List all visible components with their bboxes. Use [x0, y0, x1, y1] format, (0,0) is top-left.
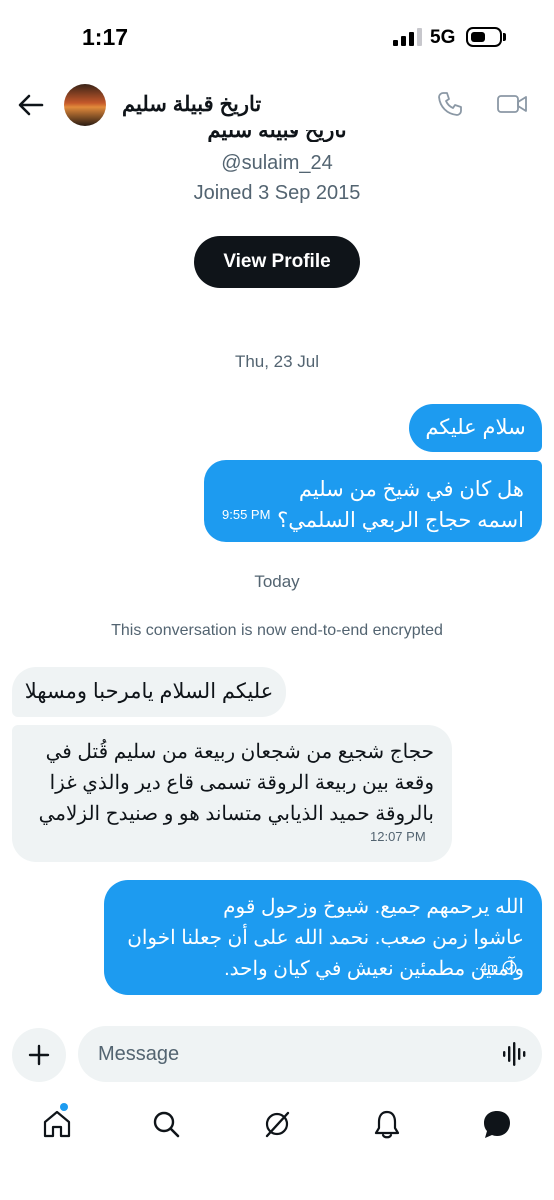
plus-icon [28, 1044, 50, 1066]
message-bubble-incoming[interactable]: عليكم السلام يامرحبا ومسهلا [12, 667, 286, 717]
battery-icon [466, 27, 502, 47]
network-type: 5G [430, 27, 456, 48]
message-bubble-outgoing[interactable]: الله يرحمهم جميع. شيوخ وزحول قوم عاشوا ز… [104, 880, 542, 995]
phone-icon[interactable] [436, 90, 464, 118]
messages-icon[interactable] [482, 1108, 512, 1140]
message-text: عليكم السلام يامرحبا ومسهلا [24, 680, 274, 703]
signal-icon [393, 28, 422, 46]
add-media-button[interactable] [12, 1028, 66, 1082]
notifications-icon[interactable] [372, 1108, 402, 1140]
grok-icon[interactable] [262, 1108, 292, 1140]
status-time: 1:17 [82, 24, 129, 50]
message-bubble-incoming[interactable]: حجاج شجيع من شجعان ربيعة من سليم قُتل في… [12, 725, 452, 862]
message-time: 12:07 PM [370, 829, 426, 844]
message-status: 4m [480, 952, 517, 983]
profile-handle: @sulaim_24 [221, 152, 333, 174]
message-line: عاشوا زمن صعب. نحمد الله على أن جعلنا اخ… [127, 927, 524, 949]
message-time: 4m [480, 960, 499, 975]
message-bubble-outgoing[interactable]: هل كان في شيخ من سليم اسمه حجاج الربعي ا… [204, 460, 542, 542]
date-separator: Thu, 23 Jul [234, 352, 320, 371]
search-icon[interactable] [151, 1108, 181, 1140]
notification-dot [60, 1103, 68, 1111]
message-text: سلام عليكم [425, 416, 526, 439]
message-line: وقعة بين ربيعة الروقة تسمى قاع دير والذي… [49, 772, 434, 794]
home-icon[interactable] [42, 1108, 72, 1140]
message-line: حجاج شجيع من شجعان ربيعة من سليم قُتل في [45, 741, 434, 763]
sent-check-icon [502, 960, 517, 975]
video-call-icon[interactable] [496, 90, 528, 118]
back-arrow-icon[interactable] [16, 90, 46, 120]
avatar[interactable] [64, 84, 106, 126]
view-profile-button[interactable]: View Profile [194, 236, 360, 288]
voice-message-icon[interactable] [502, 1040, 528, 1068]
message-bubble-outgoing[interactable]: سلام عليكم [409, 404, 542, 452]
message-line: الله يرحمهم جميع. شيوخ وزحول قوم [223, 896, 524, 918]
message-line: وآمنين مطمئين نعيش في كيان واحد. [224, 958, 524, 980]
message-time: 9:55 PM [222, 507, 271, 522]
battery-tip [503, 33, 506, 41]
message-input[interactable] [78, 1026, 542, 1082]
date-separator: Today [254, 572, 300, 591]
profile-joined-date: Joined 3 Sep 2015 [193, 182, 361, 204]
conversation-title[interactable]: تاريخ قبيلة سليم [122, 92, 261, 117]
encryption-notice: This conversation is now end-to-end encr… [111, 622, 443, 639]
profile-name: تاريخ قبيلة سليم [207, 130, 347, 142]
